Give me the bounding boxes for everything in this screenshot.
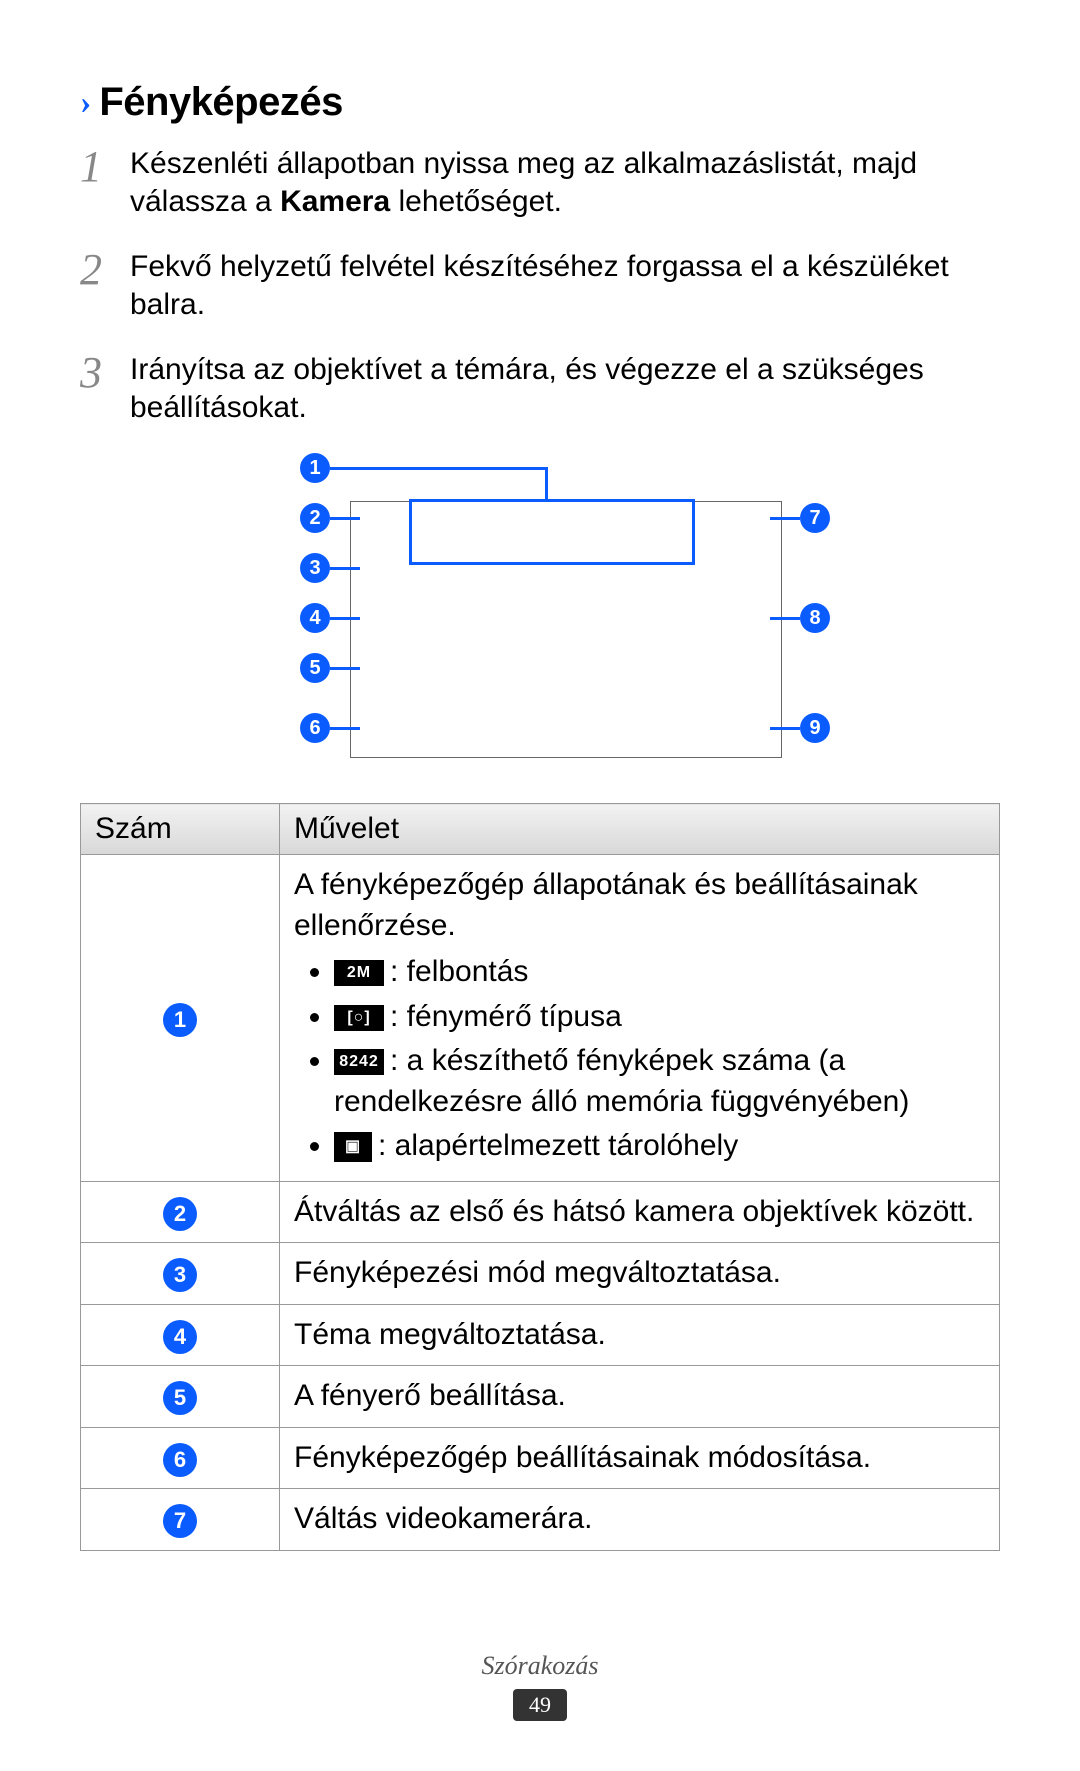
- page-number: 49: [513, 1689, 567, 1721]
- callout-8-badge: 8: [800, 603, 830, 633]
- camera-diagram: 1 2 3 4 5 6 7 8 9: [220, 453, 860, 763]
- callout-1: 1: [300, 453, 545, 483]
- callout-2-badge: 2: [300, 503, 330, 533]
- row2-op: Átváltás az első és hátsó kamera objektí…: [280, 1181, 1000, 1243]
- table-row: 3 Fényképezési mód megváltoztatása.: [81, 1243, 1000, 1305]
- callout-2: 2: [300, 503, 360, 533]
- status-bar-highlight: [409, 499, 695, 565]
- count-icon: 8242: [334, 1049, 384, 1075]
- step-1-post: lehetőséget.: [390, 185, 562, 218]
- heading-text: Fényképezés: [99, 80, 343, 125]
- list-item: 8242: a készíthető fényképek száma (a re…: [334, 1041, 985, 1122]
- callout-7-badge: 7: [800, 503, 830, 533]
- row2-badge: 2: [163, 1197, 197, 1231]
- row3-op: Fényképezési mód megváltoztatása.: [280, 1243, 1000, 1305]
- row6-badge: 6: [163, 1443, 197, 1477]
- list-item: ▣: alapértelmezett tárolóhely: [334, 1126, 985, 1167]
- bullet-text: : felbontás: [390, 955, 528, 988]
- table-row: 5 A fényerő beállítása.: [81, 1366, 1000, 1428]
- bullet-text: : fénymérő típusa: [390, 1000, 622, 1033]
- operations-table: Szám Művelet 1 A fényképezőgép állapotán…: [80, 803, 1000, 1551]
- step-2-text: Fekvő helyzetű felvétel készítéséhez for…: [130, 250, 949, 321]
- table-row: 1 A fényképezőgép állapotának és beállít…: [81, 855, 1000, 1182]
- callout-1-badge: 1: [300, 453, 330, 483]
- steps-list: Készenléti állapotban nyissa meg az alka…: [80, 145, 1000, 427]
- row1-badge: 1: [163, 1003, 197, 1037]
- row3-badge: 3: [163, 1258, 197, 1292]
- bullet-text: : alapértelmezett tárolóhely: [378, 1129, 738, 1162]
- row5-op: A fényerő beállítása.: [280, 1366, 1000, 1428]
- chevron-right-icon: ›: [80, 84, 91, 122]
- list-item: 2M: felbontás: [334, 952, 985, 993]
- step-1-bold: Kamera: [280, 185, 390, 218]
- callout-5: 5: [300, 653, 360, 683]
- callout-7: 7: [770, 503, 830, 533]
- callout-9-badge: 9: [800, 713, 830, 743]
- callout-9: 9: [770, 713, 830, 743]
- table-row: 4 Téma megváltoztatása.: [81, 1304, 1000, 1366]
- footer-section: Szórakozás: [481, 1651, 598, 1680]
- step-2: Fekvő helyzetű felvétel készítéséhez for…: [80, 248, 1000, 325]
- callout-8: 8: [770, 603, 830, 633]
- row4-badge: 4: [163, 1320, 197, 1354]
- metering-icon: [○]: [334, 1005, 384, 1031]
- bullet-text: : a készíthető fényképek száma (a rendel…: [334, 1044, 909, 1118]
- callout-4-badge: 4: [300, 603, 330, 633]
- table-row: 2 Átváltás az első és hátsó kamera objek…: [81, 1181, 1000, 1243]
- row7-badge: 7: [163, 1504, 197, 1538]
- row4-op: Téma megváltoztatása.: [280, 1304, 1000, 1366]
- th-num: Szám: [81, 804, 280, 855]
- callout-6-badge: 6: [300, 713, 330, 743]
- row7-op: Váltás videokamerára.: [280, 1489, 1000, 1551]
- row6-op: Fényképezőgép beállításainak módosítása.: [280, 1427, 1000, 1489]
- storage-icon: ▣: [334, 1132, 372, 1162]
- callout-5-badge: 5: [300, 653, 330, 683]
- step-3: Irányítsa az objektívet a témára, és vég…: [80, 351, 1000, 428]
- callout-6: 6: [300, 713, 360, 743]
- list-item: [○]: fénymérő típusa: [334, 997, 985, 1038]
- camera-screen: [350, 501, 782, 758]
- section-heading: › Fényképezés: [80, 80, 1000, 125]
- row1-bullets: 2M: felbontás [○]: fénymérő típusa 8242:…: [294, 952, 985, 1167]
- row5-badge: 5: [163, 1381, 197, 1415]
- th-op: Művelet: [280, 804, 1000, 855]
- callout-3: 3: [300, 553, 360, 583]
- table-row: 7 Váltás videokamerára.: [81, 1489, 1000, 1551]
- table-row: 6 Fényképezőgép beállításainak módosítás…: [81, 1427, 1000, 1489]
- step-1: Készenléti állapotban nyissa meg az alka…: [80, 145, 1000, 222]
- callout-3-badge: 3: [300, 553, 330, 583]
- callout-4: 4: [300, 603, 360, 633]
- resolution-icon: 2M: [334, 960, 384, 986]
- step-3-text: Irányítsa az objektívet a témára, és vég…: [130, 353, 924, 424]
- footer: Szórakozás 49: [0, 1651, 1080, 1721]
- row1-intro: A fényképezőgép állapotának és beállítás…: [294, 865, 985, 946]
